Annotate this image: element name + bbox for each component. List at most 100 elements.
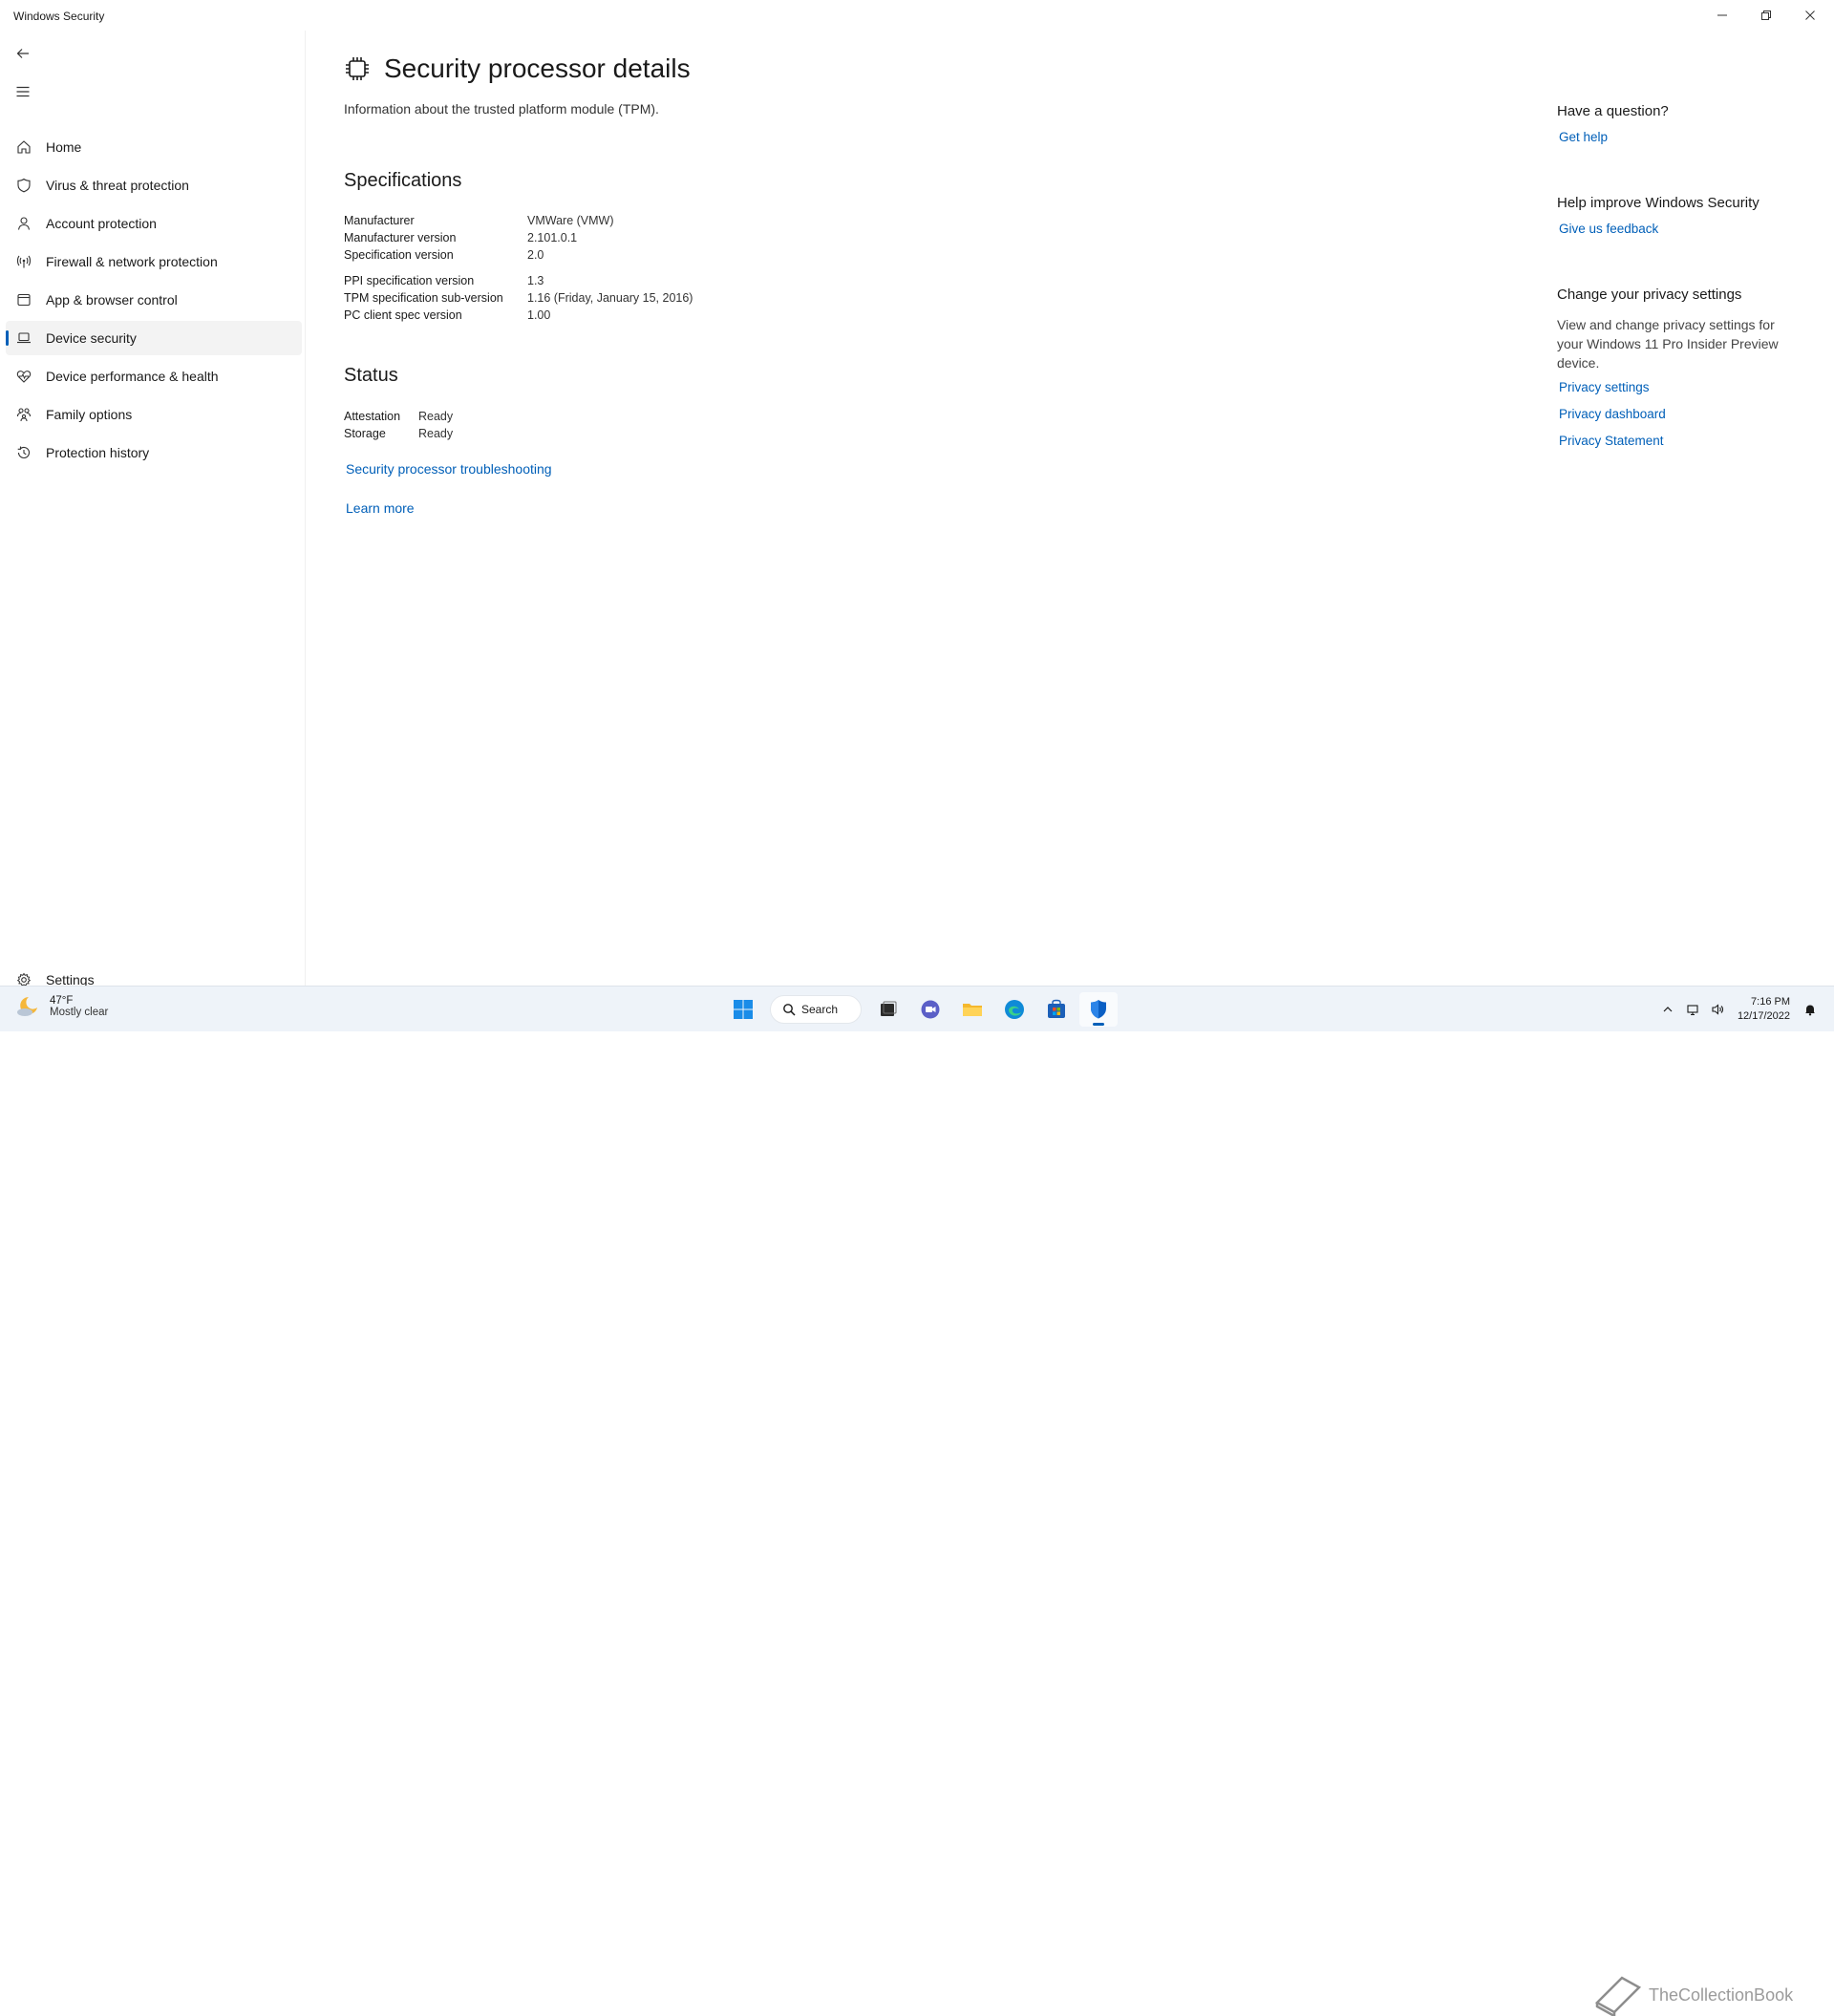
spec-row-manufacturer: Manufacturer VMWare (VMW) bbox=[344, 212, 614, 229]
title-bar: Windows Security bbox=[0, 0, 1834, 31]
spec-key: Manufacturer version bbox=[344, 231, 457, 244]
sidebar-item-account-protection[interactable]: Account protection bbox=[6, 206, 302, 241]
sidebar-item-virus-threat-protection[interactable]: Virus & threat protection bbox=[6, 168, 302, 202]
taskbar-clock[interactable]: 7:16 PM 12/17/2022 bbox=[1738, 995, 1790, 1024]
question-heading: Have a question? bbox=[1557, 103, 1669, 119]
troubleshooting-link[interactable]: Security processor troubleshooting bbox=[346, 461, 552, 477]
status-value: Ready bbox=[418, 427, 454, 440]
menu-button[interactable] bbox=[10, 78, 36, 105]
edge-browser-button[interactable] bbox=[995, 992, 1034, 1027]
sidebar-nav: Home Virus & threat protection Account p… bbox=[6, 130, 302, 474]
watermark: TheCollectionBook bbox=[1593, 1974, 1793, 2016]
sidebar-item-home[interactable]: Home bbox=[6, 130, 302, 164]
spec-row-tpm-sub-version: TPM specification sub-version 1.16 (Frid… bbox=[344, 289, 693, 307]
chevron-up-icon bbox=[1663, 1007, 1673, 1012]
minimize-button[interactable] bbox=[1700, 0, 1744, 31]
system-tray: 7:16 PM 12/17/2022 bbox=[1655, 992, 1823, 1027]
spec-key: Specification version bbox=[344, 248, 454, 262]
clock-time: 7:16 PM bbox=[1751, 996, 1790, 1008]
sidebar-item-protection-history[interactable]: Protection history bbox=[6, 435, 302, 470]
store-button[interactable] bbox=[1037, 992, 1076, 1027]
laptop-icon bbox=[15, 329, 32, 347]
window-title: Windows Security bbox=[13, 10, 105, 23]
minimize-icon bbox=[1717, 14, 1727, 16]
watermark-text: TheCollectionBook bbox=[1649, 1984, 1794, 2005]
status-list: Attestation Ready Storage Ready bbox=[344, 408, 453, 442]
sidebar: Home Virus & threat protection Account p… bbox=[0, 31, 306, 987]
spec-value: 2.101.0.1 bbox=[527, 231, 578, 244]
spec-value: 1.00 bbox=[527, 308, 551, 322]
spec-value: VMWare (VMW) bbox=[527, 214, 614, 227]
specifications-group-2: PPI specification version 1.3 TPM specif… bbox=[344, 272, 693, 324]
network-icon bbox=[1687, 1005, 1698, 1016]
taskbar-search[interactable]: Search bbox=[770, 995, 862, 1024]
privacy-statement-link[interactable]: Privacy Statement bbox=[1559, 434, 1664, 448]
sidebar-item-device-security[interactable]: Device security bbox=[6, 321, 302, 355]
status-row-storage: Storage Ready bbox=[344, 425, 453, 442]
chat-icon bbox=[921, 1000, 940, 1019]
folder-icon bbox=[963, 1004, 982, 1016]
sidebar-item-family-options[interactable]: Family options bbox=[6, 397, 302, 432]
privacy-dashboard-link[interactable]: Privacy dashboard bbox=[1559, 407, 1666, 421]
notifications-button[interactable] bbox=[1801, 1000, 1820, 1019]
notification-bell-icon bbox=[1805, 1005, 1815, 1016]
improve-heading: Help improve Windows Security bbox=[1557, 195, 1759, 211]
weather-condition: Mostly clear bbox=[50, 1007, 109, 1018]
family-icon bbox=[15, 406, 32, 423]
restore-button[interactable] bbox=[1744, 0, 1788, 31]
tray-overflow-button[interactable] bbox=[1658, 1000, 1677, 1019]
network-button[interactable] bbox=[1683, 1000, 1702, 1019]
status-value: Ready bbox=[418, 410, 454, 423]
spec-key: PPI specification version bbox=[344, 274, 475, 287]
heart-pulse-icon bbox=[15, 368, 32, 385]
learn-more-link[interactable]: Learn more bbox=[346, 500, 415, 516]
spec-value: 2.0 bbox=[527, 248, 544, 262]
search-label: Search bbox=[801, 1003, 839, 1016]
sidebar-item-label: Virus & threat protection bbox=[46, 178, 189, 193]
give-feedback-link[interactable]: Give us feedback bbox=[1559, 222, 1658, 236]
spec-row-specification-version: Specification version 2.0 bbox=[344, 246, 614, 264]
sidebar-item-label: Device performance & health bbox=[46, 369, 219, 384]
specifications-group-1: Manufacturer VMWare (VMW) Manufacturer v… bbox=[344, 212, 614, 264]
back-arrow-icon bbox=[16, 49, 29, 58]
windows-security-shield-icon bbox=[1091, 1000, 1106, 1019]
close-button[interactable] bbox=[1788, 0, 1832, 31]
edge-icon bbox=[1005, 1000, 1024, 1019]
speaker-icon bbox=[1712, 1004, 1723, 1015]
weather-widget[interactable]: 47°F Mostly clear bbox=[15, 994, 108, 1019]
get-help-link[interactable]: Get help bbox=[1559, 130, 1608, 144]
start-button[interactable] bbox=[724, 992, 762, 1027]
app-window-icon bbox=[15, 291, 32, 308]
file-explorer-button[interactable] bbox=[953, 992, 992, 1027]
windows-logo-icon bbox=[734, 1000, 753, 1019]
sidebar-item-label: Family options bbox=[46, 407, 133, 422]
sidebar-item-label: Protection history bbox=[46, 445, 150, 460]
volume-button[interactable] bbox=[1708, 1000, 1727, 1019]
sidebar-item-device-performance-health[interactable]: Device performance & health bbox=[6, 359, 302, 393]
teams-chat-button[interactable] bbox=[911, 992, 949, 1027]
status-key: Attestation bbox=[344, 410, 401, 423]
hamburger-icon bbox=[16, 86, 30, 97]
search-icon bbox=[783, 1004, 796, 1016]
sidebar-item-app-browser-control[interactable]: App & browser control bbox=[6, 283, 302, 317]
sidebar-item-label: Home bbox=[46, 139, 82, 155]
task-view-button[interactable] bbox=[869, 992, 907, 1027]
sidebar-item-firewall-network-protection[interactable]: Firewall & network protection bbox=[6, 244, 302, 279]
history-icon bbox=[15, 444, 32, 461]
home-icon bbox=[15, 138, 32, 156]
spec-key: Manufacturer bbox=[344, 214, 415, 227]
task-view-icon bbox=[881, 1001, 897, 1016]
privacy-settings-link[interactable]: Privacy settings bbox=[1559, 380, 1650, 394]
spec-key: TPM specification sub-version bbox=[344, 291, 503, 305]
sidebar-item-label: Device security bbox=[46, 330, 137, 346]
specifications-heading: Specifications bbox=[344, 170, 462, 191]
privacy-description: View and change privacy settings for you… bbox=[1557, 317, 1779, 371]
person-icon bbox=[15, 215, 32, 232]
taskbar: 47°F Mostly clear Search TheCollectionBo… bbox=[0, 986, 1834, 2016]
status-heading: Status bbox=[344, 365, 398, 386]
spec-key: PC client spec version bbox=[344, 308, 462, 322]
back-button[interactable] bbox=[10, 40, 36, 67]
sidebar-item-label: Firewall & network protection bbox=[46, 254, 218, 269]
windows-security-button[interactable] bbox=[1079, 992, 1118, 1027]
moon-cloud-icon bbox=[17, 997, 37, 1016]
